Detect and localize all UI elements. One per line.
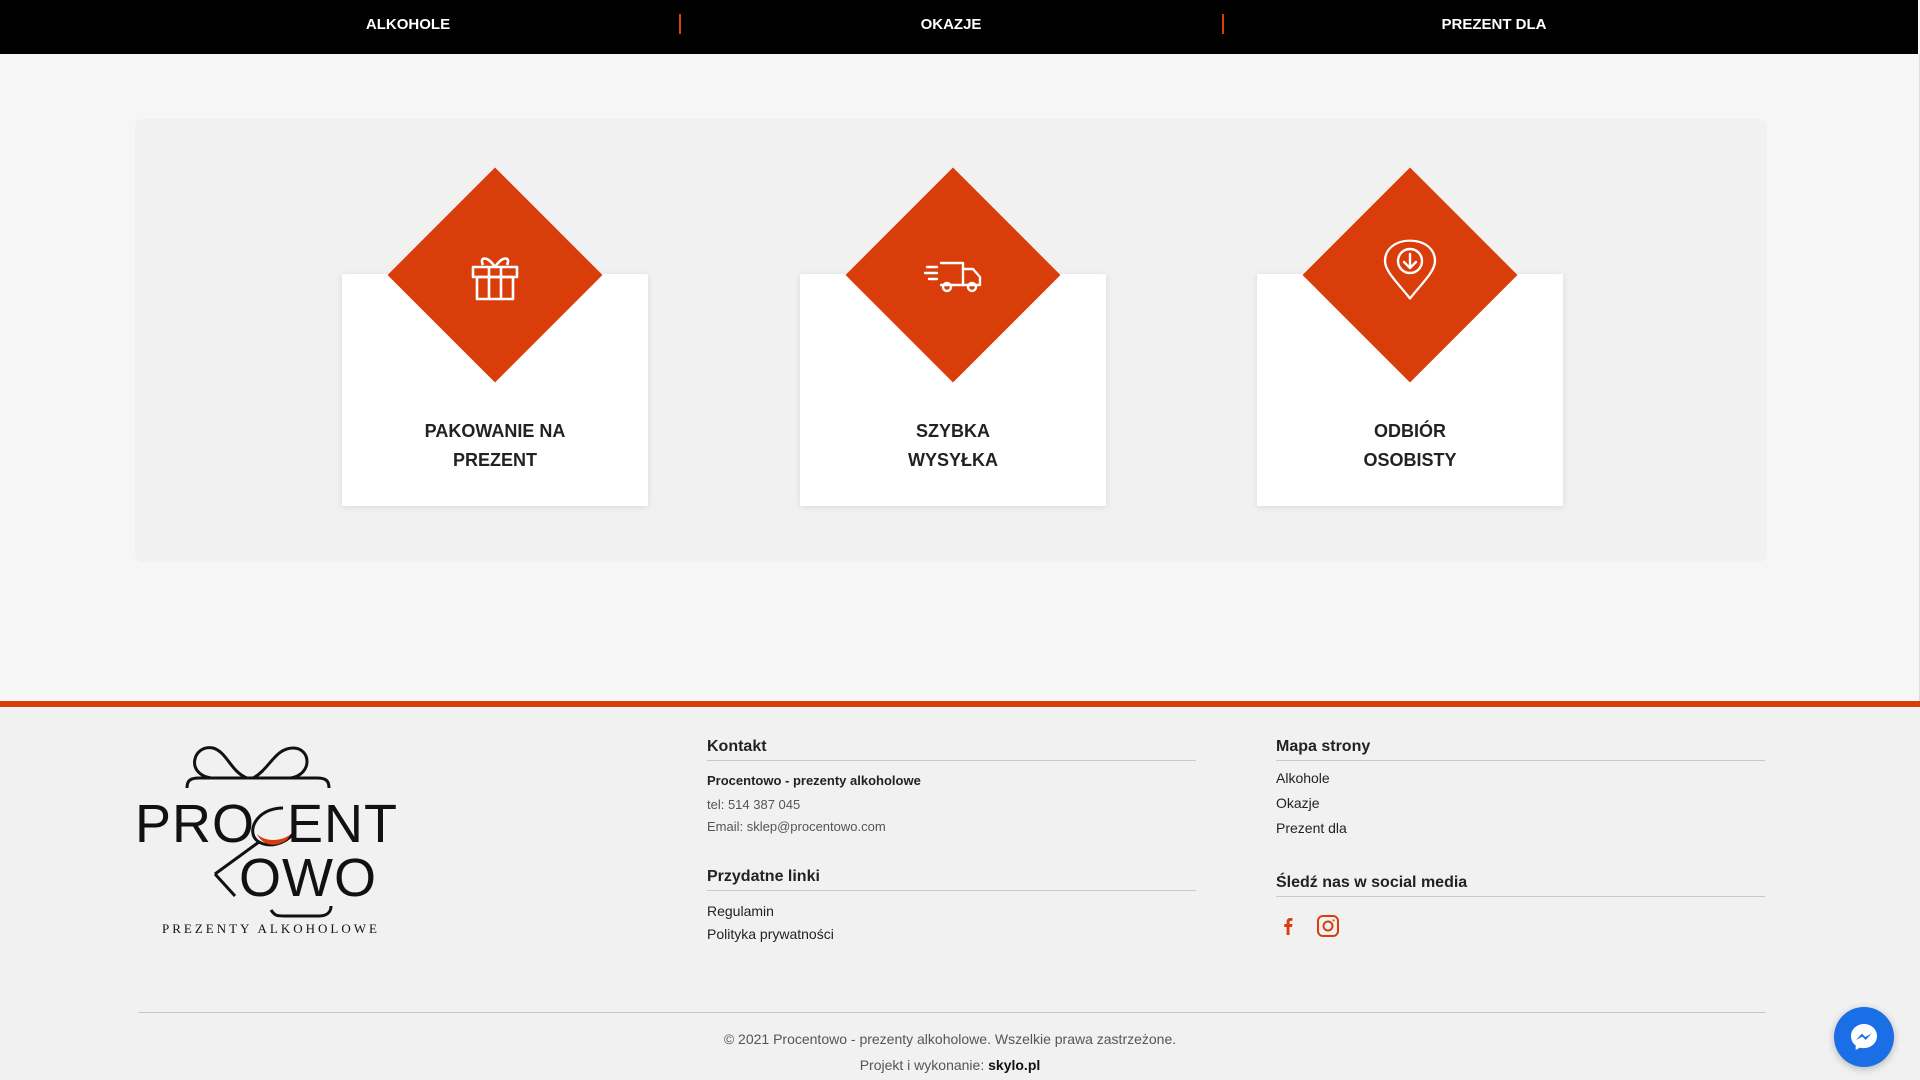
contact-company: Procentowo - prezenty alkoholowe <box>707 773 921 788</box>
gift-icon <box>471 257 519 301</box>
nav-separator <box>1222 14 1224 34</box>
link-regulamin[interactable]: Regulamin <box>707 903 774 919</box>
nav-item-prezent-dla[interactable]: PREZENT DLA <box>1344 0 1644 54</box>
contact-email[interactable]: Email: sklep@procentowo.com <box>707 819 886 834</box>
feature-title-line1: SZYBKA <box>915 421 990 441</box>
logo-tagline: PREZENTY ALKOHOLOWE <box>162 921 380 936</box>
contact-phone[interactable]: tel: 514 387 045 <box>707 797 800 812</box>
feature-badge <box>1302 167 1518 383</box>
link-privacy-policy[interactable]: Polityka prywatności <box>707 926 834 942</box>
messenger-chat-button[interactable] <box>1834 1007 1894 1067</box>
svg-text:PRO: PRO <box>135 794 255 854</box>
feature-title: SZYBKA WYSYŁKA <box>800 417 1106 475</box>
credit-prefix: Projekt i wykonanie: <box>859 1057 985 1073</box>
sitemap-heading: Mapa strony <box>1276 738 1371 755</box>
instagram-icon[interactable] <box>1315 913 1341 939</box>
contact-heading: Kontakt <box>707 738 767 755</box>
credit-text: Projekt i wykonanie: skylo.pl <box>0 1057 1900 1073</box>
social-heading: Śledź nas w social media <box>1276 874 1468 891</box>
feature-title-line1: PAKOWANIE NA <box>424 421 566 441</box>
facebook-icon[interactable] <box>1275 913 1301 939</box>
location-pin-icon <box>1383 239 1437 300</box>
sitemap-link-prezent-dla[interactable]: Prezent dla <box>1276 820 1347 836</box>
feature-title-line2: OSOBISTY <box>1363 450 1457 470</box>
feature-badge <box>387 167 603 383</box>
nav-separator <box>679 14 681 34</box>
svg-text:ENT: ENT <box>287 794 398 854</box>
top-navigation: ALKOHOLE OKAZJE PREZENT DLA <box>0 0 1920 54</box>
divider <box>707 760 1196 761</box>
logo[interactable]: PRO ENT OWO PREZENTY ALKOHOLOWE <box>135 730 405 940</box>
divider <box>1276 760 1765 761</box>
messenger-icon <box>1851 1024 1877 1050</box>
logo-graphic: PRO ENT OWO <box>135 746 398 918</box>
feature-title-line2: WYSYŁKA <box>908 450 998 470</box>
svg-text:OWO: OWO <box>239 848 377 908</box>
delivery-truck-icon <box>923 261 982 293</box>
feature-title: ODBIÓR OSOBISTY <box>1257 417 1563 475</box>
sitemap-link-alkohole[interactable]: Alkohole <box>1276 770 1330 786</box>
credit-brand-link[interactable]: skylo.pl <box>988 1057 1040 1073</box>
nav-item-okazje[interactable]: OKAZJE <box>801 0 1101 54</box>
divider <box>707 890 1196 891</box>
feature-title: PAKOWANIE NA PREZENT <box>342 417 648 475</box>
feature-badge <box>845 167 1061 383</box>
copyright-text: © 2021 Procentowo - prezenty alkoholowe.… <box>723 1031 1177 1047</box>
nav-item-alkohole[interactable]: ALKOHOLE <box>258 0 558 54</box>
sitemap-link-okazje[interactable]: Okazje <box>1276 795 1320 811</box>
footer-divider <box>138 1012 1766 1013</box>
feature-title-line2: PREZENT <box>452 450 537 470</box>
useful-links-heading: Przydatne linki <box>707 868 820 885</box>
divider <box>1276 896 1765 897</box>
feature-title-line1: ODBIÓR <box>1374 421 1446 441</box>
